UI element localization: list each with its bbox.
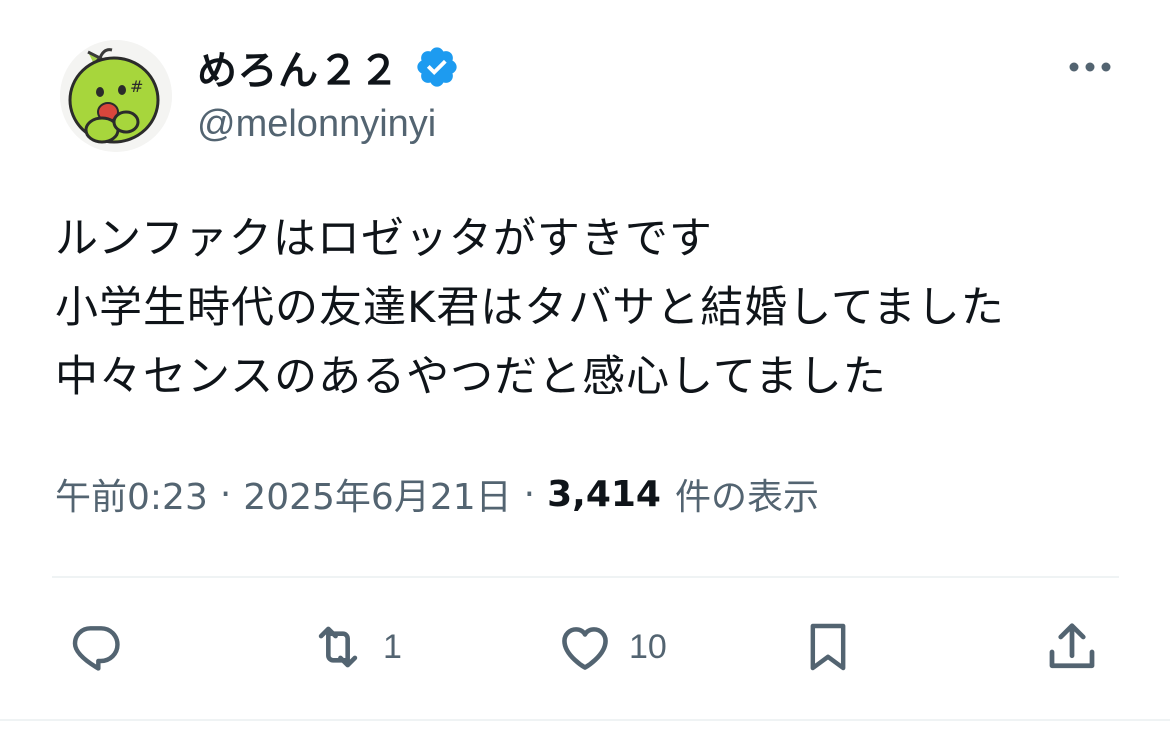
user-handle[interactable]: @melonnyinyi <box>197 103 436 146</box>
retweet-count: 1 <box>383 627 402 666</box>
more-options-button[interactable] <box>1064 49 1116 85</box>
avatar[interactable]: # # <box>60 40 172 152</box>
tweet-line: ルンファクはロゼッタがすきです <box>55 214 713 264</box>
verified-badge-icon <box>414 44 460 90</box>
like-button[interactable]: 10 <box>553 615 667 679</box>
views-label[interactable]: 件の表示 <box>675 468 819 520</box>
display-name[interactable]: めろん２２ <box>197 38 400 96</box>
meta-separator: · <box>219 473 232 515</box>
tweet-meta: 午前0:23 · 2025年6月21日 · 3,414 件の表示 <box>55 468 819 520</box>
like-count: 10 <box>629 627 667 666</box>
user-name-row[interactable]: めろん２２ <box>197 40 460 94</box>
reply-button[interactable] <box>66 615 126 679</box>
tweet-line: 小学生時代の友達K君はタバサと結婚してました <box>55 283 1005 333</box>
tweet-date[interactable]: 2025年6月21日 <box>243 468 511 520</box>
melon-character-avatar-icon: # # <box>60 40 172 152</box>
bookmark-button[interactable] <box>800 615 856 679</box>
bookmark-icon <box>810 623 846 671</box>
retweet-button[interactable]: 1 <box>305 615 402 679</box>
tweet-line: 中々センスのあるやつだと感心してました <box>55 352 887 402</box>
share-button[interactable] <box>1042 615 1102 679</box>
tweet-time[interactable]: 午前0:23 <box>55 468 208 520</box>
heart-icon <box>562 627 608 670</box>
tweet-text: ルンファクはロゼッタがすきです 小学生時代の友達K君はタバサと結婚してました 中… <box>55 205 1135 412</box>
retweet-icon <box>318 626 358 668</box>
divider <box>0 719 1170 721</box>
views-count[interactable]: 3,414 <box>547 474 661 515</box>
more-dots-icon <box>1069 62 1111 72</box>
share-icon <box>1049 623 1095 669</box>
meta-separator: · <box>523 473 536 515</box>
tweet-card: # # めろん２２ @melonnyinyi <box>0 0 1170 737</box>
svg-text:#: # <box>130 77 143 96</box>
reply-icon <box>72 626 120 671</box>
divider <box>52 576 1119 578</box>
